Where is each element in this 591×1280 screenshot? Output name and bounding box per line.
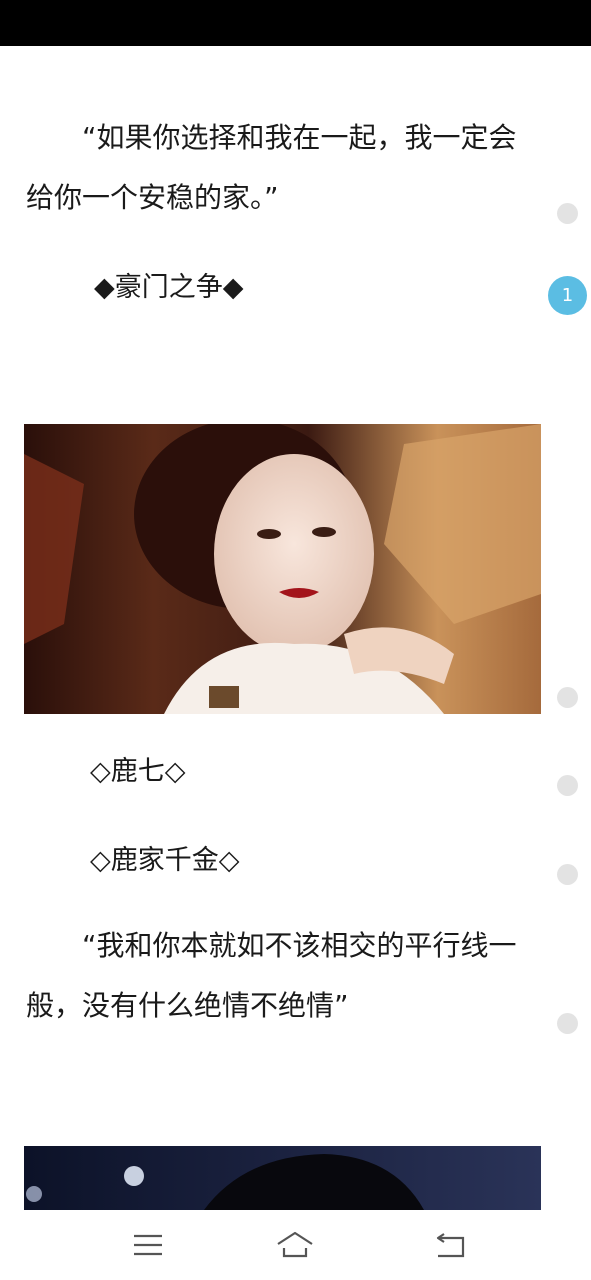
side-index-dot[interactable] <box>557 687 578 708</box>
section-heading: ◆豪门之争◆ <box>94 272 244 303</box>
menu-button[interactable] <box>128 1228 168 1262</box>
character-name: ◇鹿七◇ <box>90 756 186 787</box>
character-identity: ◇鹿家千金◇ <box>90 845 240 876</box>
back-button[interactable] <box>430 1228 470 1262</box>
side-index-dot[interactable] <box>557 1013 578 1034</box>
status-bar <box>0 0 591 46</box>
article-photo-2 <box>24 1146 541 1210</box>
home-button[interactable] <box>275 1228 315 1262</box>
back-icon <box>436 1233 465 1258</box>
system-nav-bar <box>0 1210 591 1280</box>
quote-paragraph-1: “如果你选择和我在一起，我一定会给你一个安稳的家。” <box>26 121 517 214</box>
side-index-dot-active[interactable]: 1 <box>548 276 587 315</box>
side-index-dot[interactable] <box>557 775 578 796</box>
side-index-dot[interactable] <box>557 864 578 885</box>
side-index-dot[interactable] <box>557 203 578 224</box>
article-photo-1 <box>24 424 541 714</box>
menu-icon <box>134 1234 162 1256</box>
home-icon <box>277 1231 313 1258</box>
quote-paragraph-2: “我和你本就如不该相交的平行线一般，没有什么绝情不绝情” <box>26 929 517 1022</box>
